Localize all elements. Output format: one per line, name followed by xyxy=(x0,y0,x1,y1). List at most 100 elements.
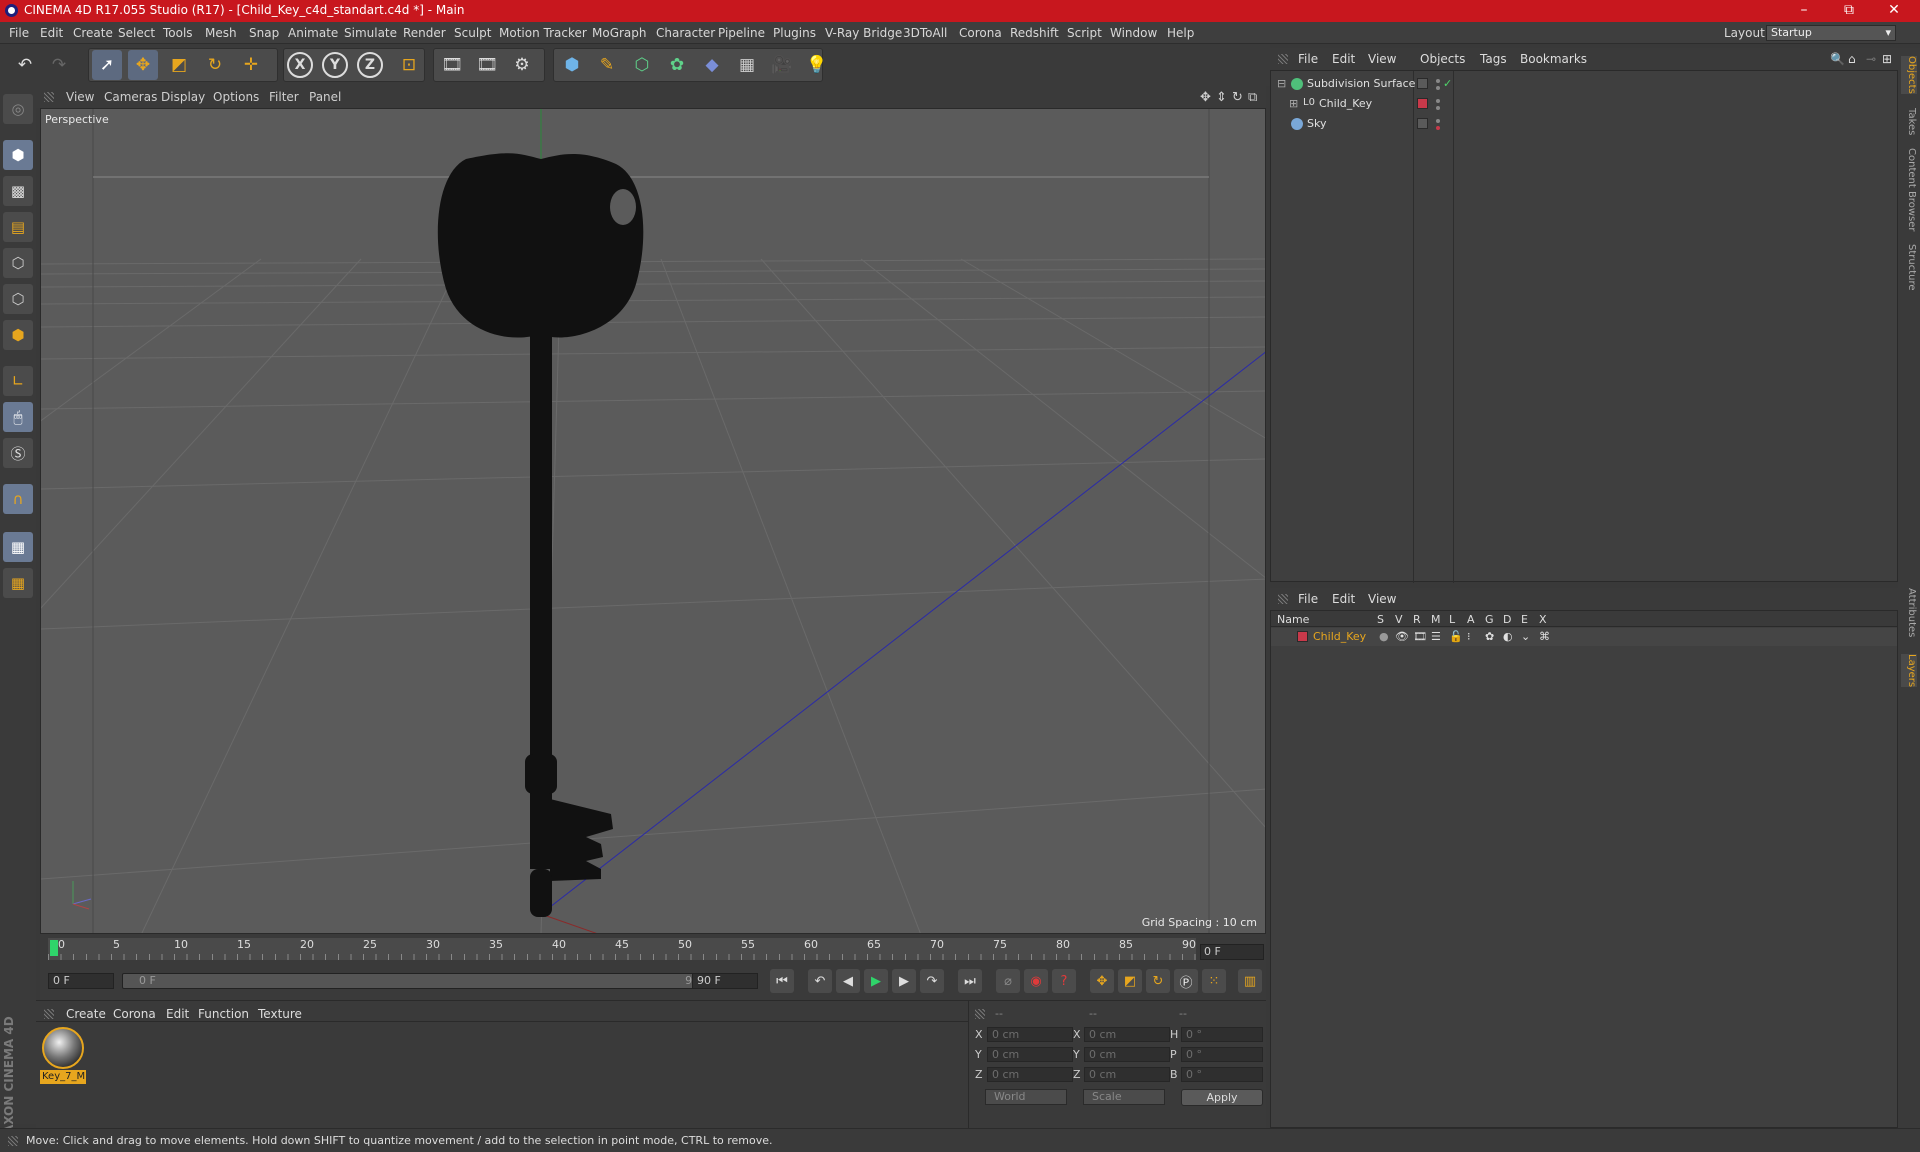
cube-icon[interactable]: ⬢ xyxy=(557,50,587,80)
menu-render[interactable]: Render xyxy=(403,26,446,40)
render-visibility-dot[interactable] xyxy=(1436,126,1440,130)
scale-icon[interactable]: ◩ xyxy=(164,50,194,80)
axis-y-button[interactable]: Y xyxy=(322,52,348,78)
auto-keying-icon[interactable]: ◉ xyxy=(1024,969,1048,993)
workplane-icon[interactable]: ▤ xyxy=(3,212,33,242)
next-key-icon[interactable]: ↷ xyxy=(920,969,944,993)
generators-toggle-icon[interactable]: ✿ xyxy=(1485,630,1494,643)
render-settings-icon[interactable]: ⚙ xyxy=(507,50,537,80)
mograph-cloner-icon[interactable]: ✿ xyxy=(662,50,692,80)
rot-p-field[interactable]: 0 ° xyxy=(1181,1047,1263,1062)
lock-toggle-icon[interactable]: 🔓 xyxy=(1449,630,1463,643)
restore-button[interactable]: ⧉ xyxy=(1834,2,1864,18)
obj-menu-bookmarks[interactable]: Bookmarks xyxy=(1520,52,1587,66)
minimize-button[interactable]: – xyxy=(1789,2,1819,18)
viewport-maximize-icon[interactable]: ⧉ xyxy=(1248,90,1257,105)
material-menu-function[interactable]: Function xyxy=(198,1007,249,1021)
col-view[interactable]: V xyxy=(1395,613,1403,626)
transform-icon[interactable]: ✛ xyxy=(236,50,266,80)
pos-y-field[interactable]: 0 cm xyxy=(987,1047,1073,1062)
make-editable-icon[interactable]: ◎ xyxy=(3,94,33,124)
points-mode-icon[interactable]: ⬡ xyxy=(3,248,33,278)
expressions-toggle-icon[interactable]: ⌄ xyxy=(1521,630,1530,643)
render-toggle-icon[interactable]: 🎞 xyxy=(1413,630,1427,643)
viewport-menu-filter[interactable]: Filter xyxy=(269,90,299,104)
material-menu-edit[interactable]: Edit xyxy=(166,1007,189,1021)
col-locked[interactable]: L xyxy=(1449,613,1455,626)
key-point-level-icon[interactable]: ⁙ xyxy=(1202,969,1226,993)
menu-file[interactable]: File xyxy=(9,26,29,40)
drag-handle-icon[interactable] xyxy=(44,92,54,102)
go-to-end-icon[interactable]: ⏭ xyxy=(958,969,982,993)
drag-handle-icon[interactable] xyxy=(44,1009,54,1019)
key-position-icon[interactable]: ✥ xyxy=(1090,969,1114,993)
rotate-icon[interactable]: ↻ xyxy=(200,50,230,80)
enabled-check-icon[interactable]: ✓ xyxy=(1443,77,1452,90)
pos-z-field[interactable]: 0 cm xyxy=(987,1067,1073,1082)
next-frame-icon[interactable]: ▶ xyxy=(892,969,916,993)
undo-icon[interactable]: ↶ xyxy=(10,50,40,80)
layer-swatch[interactable] xyxy=(1417,118,1428,129)
light-icon[interactable]: 💡 xyxy=(802,50,832,80)
menu-mesh[interactable]: Mesh xyxy=(205,26,237,40)
material-menu-create[interactable]: Create xyxy=(66,1007,106,1021)
key-parameter-icon[interactable]: Ⓟ xyxy=(1174,969,1198,993)
go-to-start-icon[interactable]: ⏮ xyxy=(770,969,794,993)
layer-color-swatch[interactable] xyxy=(1417,98,1428,109)
axis-z-button[interactable]: Z xyxy=(357,52,383,78)
drag-handle-icon[interactable] xyxy=(1278,594,1288,604)
menu-3dtoall[interactable]: 3DToAll xyxy=(903,26,947,40)
material-menu-texture[interactable]: Texture xyxy=(258,1007,302,1021)
start-frame-field[interactable]: 0 F xyxy=(48,973,114,989)
axis-x-button[interactable]: X xyxy=(287,52,313,78)
obj-menu-objects[interactable]: Objects xyxy=(1420,52,1465,66)
menu-script[interactable]: Script xyxy=(1067,26,1102,40)
search-icon[interactable]: 🔍 xyxy=(1830,52,1845,66)
menu-character[interactable]: Character xyxy=(656,26,715,40)
tab-takes[interactable]: Takes xyxy=(1901,108,1917,135)
obj-menu-tags[interactable]: Tags xyxy=(1480,52,1507,66)
frame-range-slider[interactable]: 0 F 90 F xyxy=(122,973,726,989)
tab-content-browser[interactable]: Content Browser xyxy=(1901,148,1917,231)
tab-attributes[interactable]: Attributes xyxy=(1901,588,1917,637)
link-icon[interactable]: ⊸ xyxy=(1866,52,1876,66)
col-name[interactable]: Name xyxy=(1277,613,1309,626)
viewport-nav-zoom-icon[interactable]: ⇕ xyxy=(1216,90,1227,105)
layer-menu-edit[interactable]: Edit xyxy=(1332,592,1355,606)
coordinate-system-icon[interactable]: ⊡ xyxy=(394,50,424,80)
solo-icon[interactable]: Ⓢ xyxy=(3,438,33,468)
menu-create[interactable]: Create xyxy=(73,26,113,40)
home-icon[interactable]: ⌂ xyxy=(1848,52,1856,66)
object-row-subdivision-surface[interactable]: ⊟ Subdivision Surface ✓ xyxy=(1271,75,1897,93)
col-animation[interactable]: A xyxy=(1467,613,1475,626)
axis-mode-icon[interactable]: ∟ xyxy=(3,366,33,396)
view-toggle-icon[interactable]: 👁 xyxy=(1395,630,1409,643)
drag-handle-icon[interactable] xyxy=(1278,54,1288,64)
editor-visibility-dot[interactable] xyxy=(1436,99,1440,103)
object-row-sky[interactable]: Sky xyxy=(1271,115,1897,133)
menu-help[interactable]: Help xyxy=(1167,26,1194,40)
menu-motion-tracker[interactable]: Motion Tracker xyxy=(499,26,587,40)
layer-color-swatch[interactable] xyxy=(1297,631,1308,642)
menu-edit[interactable]: Edit xyxy=(40,26,63,40)
menu-simulate[interactable]: Simulate xyxy=(344,26,397,40)
viewport-menu-panel[interactable]: Panel xyxy=(309,90,341,104)
collapse-icon[interactable]: ⊟ xyxy=(1277,77,1286,90)
editor-visibility-dot[interactable] xyxy=(1436,119,1440,123)
size-z-field[interactable]: 0 cm xyxy=(1084,1067,1170,1082)
col-deformers[interactable]: D xyxy=(1503,613,1511,626)
texture-mode-icon[interactable]: ▩ xyxy=(3,176,33,206)
tweak-mode-icon[interactable]: 🖱 xyxy=(3,402,33,432)
timeline-window-icon[interactable]: ▥ xyxy=(1238,969,1262,993)
viewport-menu-view[interactable]: View xyxy=(66,90,94,104)
size-x-field[interactable]: 0 cm xyxy=(1084,1027,1170,1042)
previous-frame-icon[interactable]: ◀ xyxy=(836,969,860,993)
lock-workplane-icon[interactable]: ▦ xyxy=(3,532,33,562)
menu-pipeline[interactable]: Pipeline xyxy=(718,26,765,40)
menu-select[interactable]: Select xyxy=(118,26,155,40)
menu-vray-bridge[interactable]: V-Ray Bridge xyxy=(825,26,902,40)
snap-magnet-icon[interactable]: ∩ xyxy=(3,484,33,514)
redo-icon[interactable]: ↷ xyxy=(44,50,74,80)
play-icon[interactable]: ▶ xyxy=(864,969,888,993)
layer-row-child-key[interactable]: Child_Key ● 👁 🎞 ☰ 🔓 ⁝ ✿ ◐ ⌄ ⌘ xyxy=(1271,628,1897,646)
